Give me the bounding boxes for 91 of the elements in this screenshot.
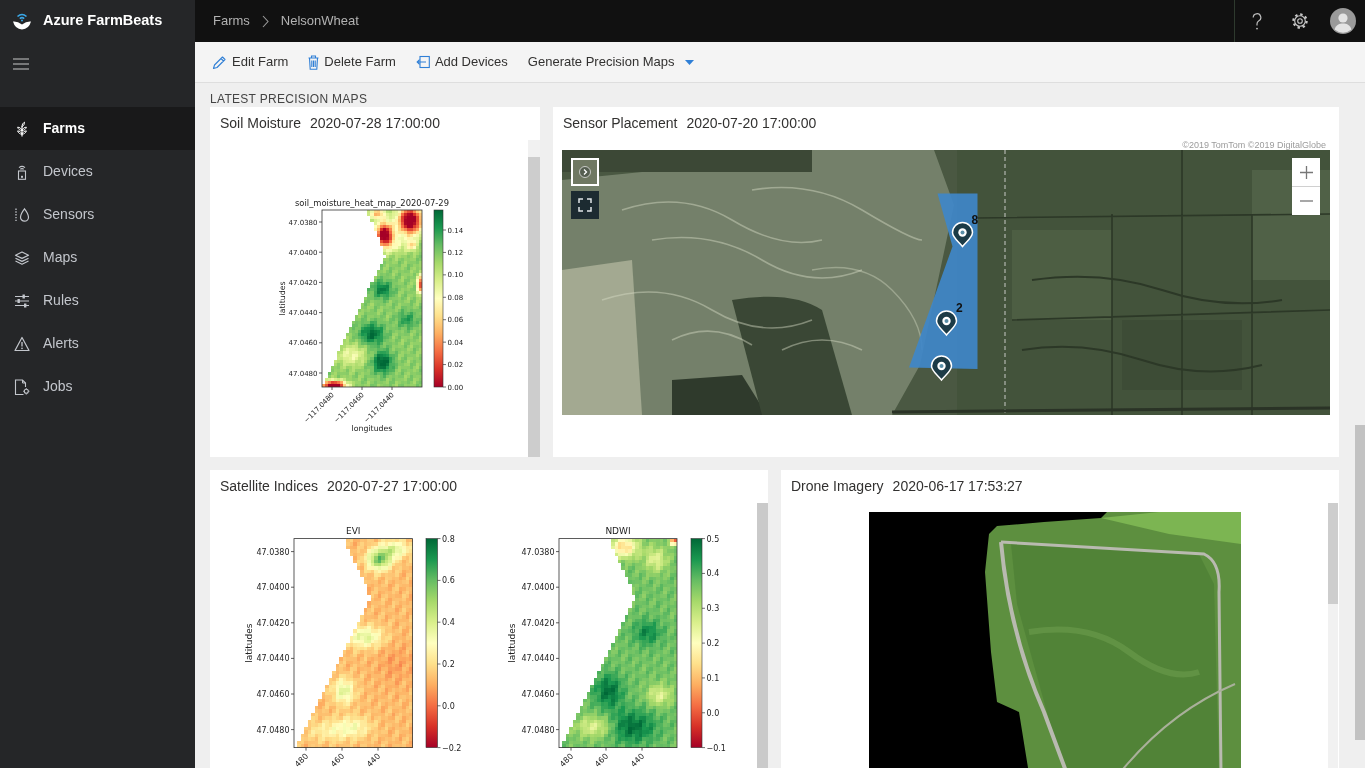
y-tick-label: 47.0440 xyxy=(521,654,555,664)
card-timestamp: 2020-07-27 17:00:00 xyxy=(327,477,458,496)
colorbar-tick-label: −0.2 xyxy=(442,743,462,753)
colorbar-tick-label: 0.0 xyxy=(706,708,720,718)
sidebar-item[interactable]: Maps xyxy=(0,236,195,279)
droplet-ruler-icon xyxy=(14,206,30,223)
colorbar-tick-label: 0.8 xyxy=(442,534,455,544)
sidebar-item[interactable]: Rules xyxy=(0,279,195,322)
logo-icon xyxy=(12,12,32,30)
plot-title: EVI xyxy=(346,526,361,537)
fullscreen-button[interactable] xyxy=(571,191,599,219)
sidebar-item[interactable]: Sensors xyxy=(0,193,195,236)
axis-label: latitudes xyxy=(244,623,254,663)
map-attribution: ©2019 TomTom ©2019 DigitalGlobe xyxy=(1182,140,1326,150)
colorbar-tick-label: 0.6 xyxy=(442,576,455,586)
y-tick-label: 47.0400 xyxy=(521,583,555,593)
chevron-right-icon xyxy=(261,14,269,28)
y-tick-label: 47.0480 xyxy=(521,725,555,735)
plus-icon xyxy=(1299,165,1313,179)
pin-label: 2 xyxy=(956,301,963,315)
map-pin-icon[interactable] xyxy=(951,221,974,248)
y-tick-label: 47.0400 xyxy=(256,583,290,593)
sidebar-item[interactable]: Devices xyxy=(0,150,195,193)
axis-label: latitudes xyxy=(507,623,517,663)
colorbar-tick-label: 0.5 xyxy=(706,534,720,544)
card-title: Drone Imagery xyxy=(791,477,884,496)
colorbar-tick-label: −0.1 xyxy=(706,743,726,753)
sidebar-item[interactable]: Jobs xyxy=(0,365,195,408)
x-tick-label: 460 xyxy=(593,751,611,767)
help-icon[interactable] xyxy=(1252,12,1262,30)
app-title: Azure FarmBeats xyxy=(43,11,163,31)
card-title: Soil Moisture xyxy=(220,114,301,133)
trash-icon xyxy=(308,54,320,70)
colorbar-tick-label: 0.2 xyxy=(706,639,720,648)
warning-icon xyxy=(14,335,30,352)
sliders-icon xyxy=(14,292,30,309)
y-tick-label: 47.0440 xyxy=(256,654,290,664)
y-tick-label: 47.0480 xyxy=(256,725,290,735)
avatar-icon[interactable] xyxy=(1330,8,1356,34)
card-timestamp: 2020-07-20 17:00:00 xyxy=(686,114,817,133)
card-timestamp: 2020-06-17 17:53:27 xyxy=(892,477,1023,496)
plot-title: NDWI xyxy=(605,526,631,537)
toolbar-button[interactable]: Edit Farm xyxy=(212,52,289,72)
section-heading: LATEST PRECISION MAPS xyxy=(210,92,368,106)
breadcrumb-current: NelsonWheat xyxy=(280,12,359,31)
colorbar-tick-label: 0.4 xyxy=(706,569,720,579)
y-tick-label: 47.0460 xyxy=(256,689,290,699)
map-style-button[interactable] xyxy=(571,158,599,186)
settings-icon[interactable] xyxy=(1291,12,1309,30)
scrollbar-thumb[interactable] xyxy=(1355,425,1365,740)
menu-icon[interactable] xyxy=(13,57,29,70)
card-title: Satellite Indices xyxy=(220,477,319,496)
scrollbar-thumb[interactable] xyxy=(1328,503,1338,604)
sidebar-item[interactable]: Alerts xyxy=(0,322,195,365)
y-tick-label: 47.0380 xyxy=(256,547,290,557)
pin-label: 8 xyxy=(971,213,979,227)
card-timestamp: 2020-07-28 17:00:00 xyxy=(309,114,440,133)
x-tick-label: 440 xyxy=(629,751,647,767)
chevron-circle-icon xyxy=(579,166,591,178)
x-tick-label: 480 xyxy=(558,751,576,767)
colorbar-tick-label: 0.2 xyxy=(442,659,455,669)
toolbar-button[interactable]: Add Devices xyxy=(415,52,508,72)
x-tick-label: 460 xyxy=(329,751,347,767)
colorbar-tick-label: 0.4 xyxy=(442,618,455,628)
y-tick-label: 47.0460 xyxy=(521,689,555,699)
map-pin-icon[interactable] xyxy=(935,310,958,336)
layers-icon xyxy=(14,249,30,266)
map-pin-icon[interactable] xyxy=(930,355,953,381)
pencil-icon xyxy=(212,54,227,70)
box-arrow-icon xyxy=(415,55,430,69)
x-tick-label: 480 xyxy=(293,751,311,767)
dropdown-button[interactable]: Generate Precision Maps xyxy=(527,52,694,72)
plot-title: soil_moisture_heat_map_2020-07-29 xyxy=(295,197,449,208)
colorbar-tick-label: 0.0 xyxy=(442,701,455,711)
toolbar-button[interactable]: Delete Farm xyxy=(308,52,396,72)
x-tick-label: 440 xyxy=(365,751,383,767)
minus-icon xyxy=(1299,200,1313,202)
breadcrumb-link[interactable]: Farms xyxy=(213,11,250,31)
colorbar-tick-label: 0.3 xyxy=(706,604,720,614)
zoom-in-button[interactable] xyxy=(1292,158,1320,187)
sidebar-item[interactable]: Farms xyxy=(0,107,195,150)
y-tick-label: 47.0420 xyxy=(256,618,290,628)
scrollbar-thumb[interactable] xyxy=(757,503,768,768)
colorbar-tick-label: 0.1 xyxy=(706,673,720,683)
y-tick-label: 47.0380 xyxy=(521,547,555,557)
card-title: Sensor Placement xyxy=(563,114,678,133)
fullscreen-icon xyxy=(578,198,592,212)
document-gear-icon xyxy=(14,378,30,395)
plant-icon xyxy=(14,120,30,137)
y-tick-label: 47.0420 xyxy=(521,618,555,628)
caret-icon xyxy=(684,59,694,65)
